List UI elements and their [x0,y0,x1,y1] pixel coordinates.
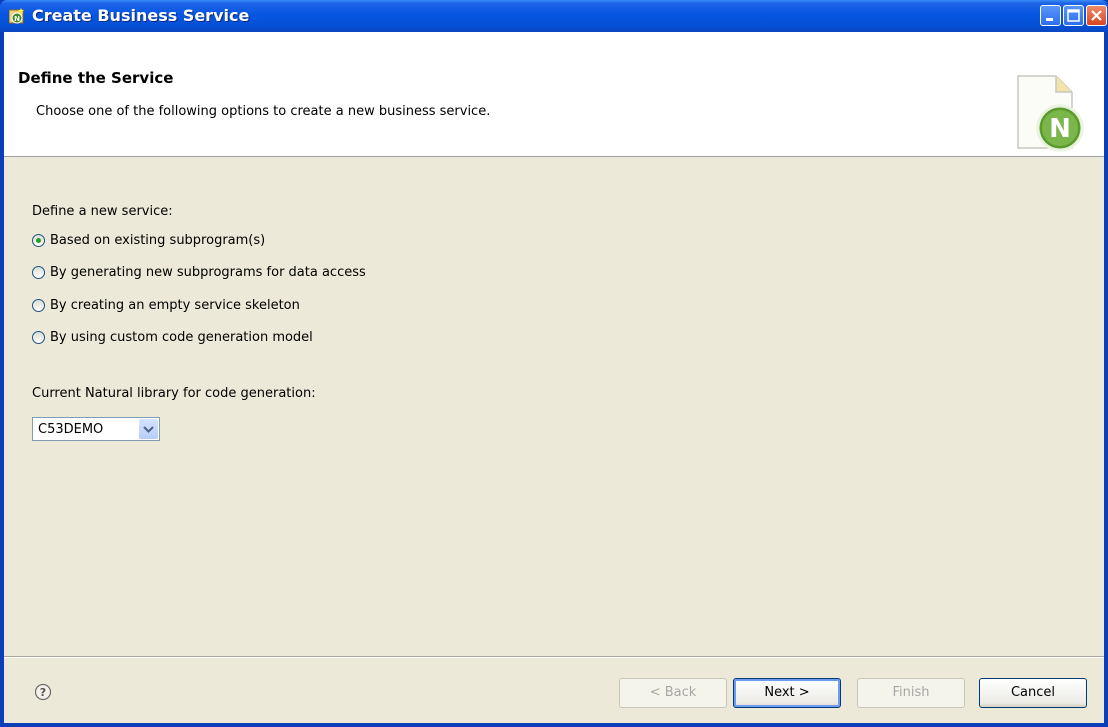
svg-text:N: N [1049,114,1071,144]
radio-selected-dot [36,237,41,243]
button-bar-separator [4,656,1104,658]
radio-label: By using custom code generation model [50,329,313,345]
radio-generate-subprograms[interactable]: By generating new subprograms for data a… [32,263,366,281]
maximize-icon [1067,9,1080,22]
library-combo[interactable]: C53DEMO [32,417,160,441]
wizard-header: Define the Service Choose one of the fol… [4,32,1104,157]
chevron-down-icon [143,426,154,433]
radio-label: By generating new subprograms for data a… [50,264,366,280]
svg-text:?: ? [40,686,46,699]
help-icon[interactable]: ? [34,683,52,701]
close-button[interactable] [1086,5,1107,26]
radio-custom-model[interactable]: By using custom code generation model [32,328,313,346]
page-title: Define the Service [18,69,174,87]
close-icon [1091,10,1102,21]
radio-label: By creating an empty service skeleton [50,297,300,313]
radio-button[interactable] [32,233,45,247]
radio-existing-subprograms[interactable]: Based on existing subprogram(s) [32,231,265,249]
radio-empty-skeleton[interactable]: By creating an empty service skeleton [32,296,300,314]
minimize-icon [1046,18,1053,21]
dialog-window: N Create Business Service Define the Ser… [0,0,1108,727]
radio-button[interactable] [32,265,45,279]
radio-button[interactable] [32,330,45,344]
next-button[interactable]: Next > [733,678,841,708]
natural-wizard-icon: N [9,8,24,24]
dialog-client: Define the Service Choose one of the fol… [4,32,1104,723]
minimize-button[interactable] [1040,5,1061,26]
library-combo-value: C53DEMO [38,422,104,437]
finish-button[interactable]: Finish [857,678,965,708]
radio-label: Based on existing subprogram(s) [50,232,266,248]
window-title: Create Business Service [32,6,250,25]
svg-text:N: N [14,15,20,23]
back-button[interactable]: < Back [619,678,727,708]
define-service-label: Define a new service: [32,204,173,219]
maximize-button[interactable] [1063,5,1084,26]
combo-dropdown-button[interactable] [139,419,158,439]
natural-document-icon: N [1017,75,1084,152]
radio-button[interactable] [32,298,45,312]
library-label: Current Natural library for code generat… [32,386,316,401]
title-bar[interactable]: N Create Business Service [0,0,1108,32]
page-description: Choose one of the following options to c… [36,104,491,119]
cancel-button[interactable]: Cancel [979,678,1087,708]
